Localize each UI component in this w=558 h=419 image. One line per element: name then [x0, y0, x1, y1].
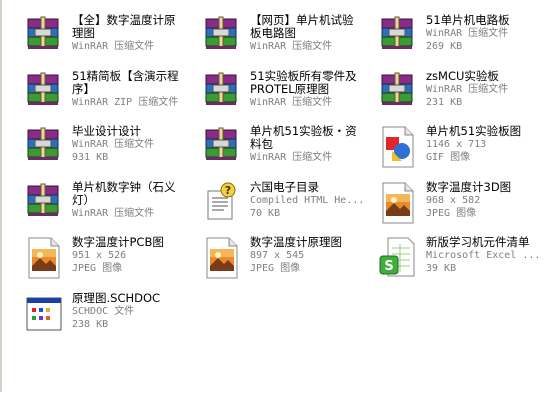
- file-type: 897 x 545: [250, 250, 305, 261]
- file-text: 【网页】单片机试验 板电路图 WinRAR 压缩文件: [250, 14, 378, 53]
- file-item[interactable]: 数字温度计原理图 897 x 545 JPEG 图像: [202, 236, 378, 288]
- file-text: zsMCU实验板 WinRAR 压缩文件 231 KB: [426, 70, 554, 109]
- file-name: 原理图.SCHDOC: [72, 291, 161, 305]
- file-detail: JPEG 图像: [72, 263, 123, 274]
- file-name: 数字温度计3D图: [426, 180, 512, 194]
- file-type: WinRAR 压缩文件: [250, 152, 333, 163]
- file-name: 六国电子目录: [250, 180, 319, 194]
- file-type: Microsoft Excel ...: [426, 250, 541, 261]
- file-type: WinRAR 压缩文件: [250, 97, 333, 108]
- file-text: 原理图.SCHDOC SCHDOC 文件 238 KB: [72, 292, 200, 331]
- file-detail: 269 KB: [426, 41, 463, 52]
- file-name: 单片机51实验板图: [426, 124, 522, 138]
- winrar-icon: [202, 70, 242, 114]
- file-type: WinRAR 压缩文件: [72, 208, 155, 219]
- file-name: 单片机51实验板・资 料包: [250, 124, 357, 151]
- file-item[interactable]: 51单片机电路板 WinRAR 压缩文件 269 KB: [378, 14, 554, 66]
- view-left-border: [0, 0, 2, 392]
- file-name: 51实验板所有零件及 PROTEL原理图: [250, 69, 357, 96]
- schdoc-icon: [24, 292, 64, 336]
- file-text: 51实验板所有零件及 PROTEL原理图 WinRAR 压缩文件: [250, 70, 378, 109]
- file-item[interactable]: zsMCU实验板 WinRAR 压缩文件 231 KB: [378, 70, 554, 122]
- winrar-icon: [378, 70, 418, 114]
- file-text: 【全】数字温度计原 理图 WinRAR 压缩文件: [72, 14, 200, 53]
- file-type: WinRAR 压缩文件: [72, 139, 155, 150]
- file-detail: GIF 图像: [426, 152, 471, 163]
- file-list-view[interactable]: 【全】数字温度计原 理图 WinRAR 压缩文件 【网页】单片机试验 板电路图 Wi…: [0, 0, 558, 419]
- file-item[interactable]: 原理图.SCHDOC SCHDOC 文件 238 KB: [24, 292, 200, 344]
- file-detail: 238 KB: [72, 319, 109, 330]
- file-text: 单片机数字钟（石义 灯） WinRAR 压缩文件: [72, 181, 200, 220]
- file-text: 数字温度计3D图 968 x 582 JPEG 图像: [426, 181, 554, 220]
- file-name: 【全】数字温度计原 理图: [72, 13, 176, 40]
- file-type: 1146 x 713: [426, 139, 487, 150]
- file-type: SCHDOC 文件: [72, 306, 135, 317]
- file-type: WinRAR ZIP 压缩文件: [72, 97, 179, 108]
- file-type: WinRAR 压缩文件: [426, 28, 509, 39]
- file-name: 数字温度计原理图: [250, 235, 342, 249]
- file-detail: JPEG 图像: [250, 263, 301, 274]
- file-text: 单片机51实验板图 1146 x 713 GIF 图像: [426, 125, 554, 164]
- winrar-icon: [378, 14, 418, 58]
- file-text: 51单片机电路板 WinRAR 压缩文件 269 KB: [426, 14, 554, 53]
- winrar-icon: [202, 125, 242, 169]
- file-item[interactable]: ? 六国电子目录 Compiled HTML He... 70 KB: [202, 181, 378, 233]
- file-item[interactable]: 数字温度计PCB图 951 x 526 JPEG 图像: [24, 236, 200, 288]
- file-item[interactable]: 毕业设计设计 WinRAR 压缩文件 931 KB: [24, 125, 200, 177]
- jpeg-image-icon: [378, 181, 418, 225]
- file-item[interactable]: 单片机数字钟（石义 灯） WinRAR 压缩文件: [24, 181, 200, 233]
- winrar-icon: [24, 181, 64, 225]
- file-type: WinRAR 压缩文件: [426, 84, 509, 95]
- file-item[interactable]: 51精简板【含演示程 序】 WinRAR ZIP 压缩文件: [24, 70, 200, 122]
- file-text: 单片机51实验板・资 料包 WinRAR 压缩文件: [250, 125, 378, 164]
- file-item[interactable]: 【网页】单片机试验 板电路图 WinRAR 压缩文件: [202, 14, 378, 66]
- file-item[interactable]: 数字温度计3D图 968 x 582 JPEG 图像: [378, 181, 554, 233]
- file-item[interactable]: 单片机51实验板・资 料包 WinRAR 压缩文件: [202, 125, 378, 177]
- file-type: WinRAR 压缩文件: [72, 41, 155, 52]
- winrar-icon: [202, 14, 242, 58]
- file-item[interactable]: 【全】数字温度计原 理图 WinRAR 压缩文件: [24, 14, 200, 66]
- file-name: 单片机数字钟（石义 灯）: [72, 180, 176, 207]
- file-text: 毕业设计设计 WinRAR 压缩文件 931 KB: [72, 125, 200, 164]
- file-text: 数字温度计PCB图 951 x 526 JPEG 图像: [72, 236, 200, 275]
- file-text: 新版学习机元件清单 Microsoft Excel ... 39 KB: [426, 236, 554, 275]
- file-name: 新版学习机元件清单: [426, 235, 530, 249]
- file-detail: 931 KB: [72, 152, 109, 163]
- jpeg-image-icon: [202, 236, 242, 280]
- file-name: 毕业设计设计: [72, 124, 141, 138]
- file-item[interactable]: 51实验板所有零件及 PROTEL原理图 WinRAR 压缩文件: [202, 70, 378, 122]
- file-text: 数字温度计原理图 897 x 545 JPEG 图像: [250, 236, 378, 275]
- file-item[interactable]: S 新版学习机元件清单 Microsoft Excel ... 39 KB: [378, 236, 554, 288]
- file-detail: JPEG 图像: [426, 208, 477, 219]
- file-type: 951 x 526: [72, 250, 127, 261]
- svg-text:S: S: [384, 259, 393, 274]
- file-type: Compiled HTML He...: [250, 195, 365, 206]
- winrar-icon: [24, 70, 64, 114]
- file-name: 数字温度计PCB图: [72, 235, 164, 249]
- chm-help-icon: ?: [202, 181, 242, 225]
- file-detail: 39 KB: [426, 263, 457, 274]
- jpeg-image-icon: [24, 236, 64, 280]
- file-name: zsMCU实验板: [426, 69, 499, 83]
- svg-text:?: ?: [225, 184, 231, 197]
- excel-icon: S: [378, 236, 418, 280]
- file-detail: 231 KB: [426, 97, 463, 108]
- file-item[interactable]: 单片机51实验板图 1146 x 713 GIF 图像: [378, 125, 554, 177]
- file-type: 968 x 582: [426, 195, 481, 206]
- winrar-icon: [24, 125, 64, 169]
- file-name: 【网页】单片机试验 板电路图: [250, 13, 354, 40]
- winrar-icon: [24, 14, 64, 58]
- file-name: 51精简板【含演示程 序】: [72, 69, 179, 96]
- file-type: WinRAR 压缩文件: [250, 41, 333, 52]
- file-text: 51精简板【含演示程 序】 WinRAR ZIP 压缩文件: [72, 70, 200, 109]
- gif-image-icon: [378, 125, 418, 169]
- file-detail: 70 KB: [250, 208, 281, 219]
- file-name: 51单片机电路板: [426, 13, 510, 27]
- file-text: 六国电子目录 Compiled HTML He... 70 KB: [250, 181, 378, 220]
